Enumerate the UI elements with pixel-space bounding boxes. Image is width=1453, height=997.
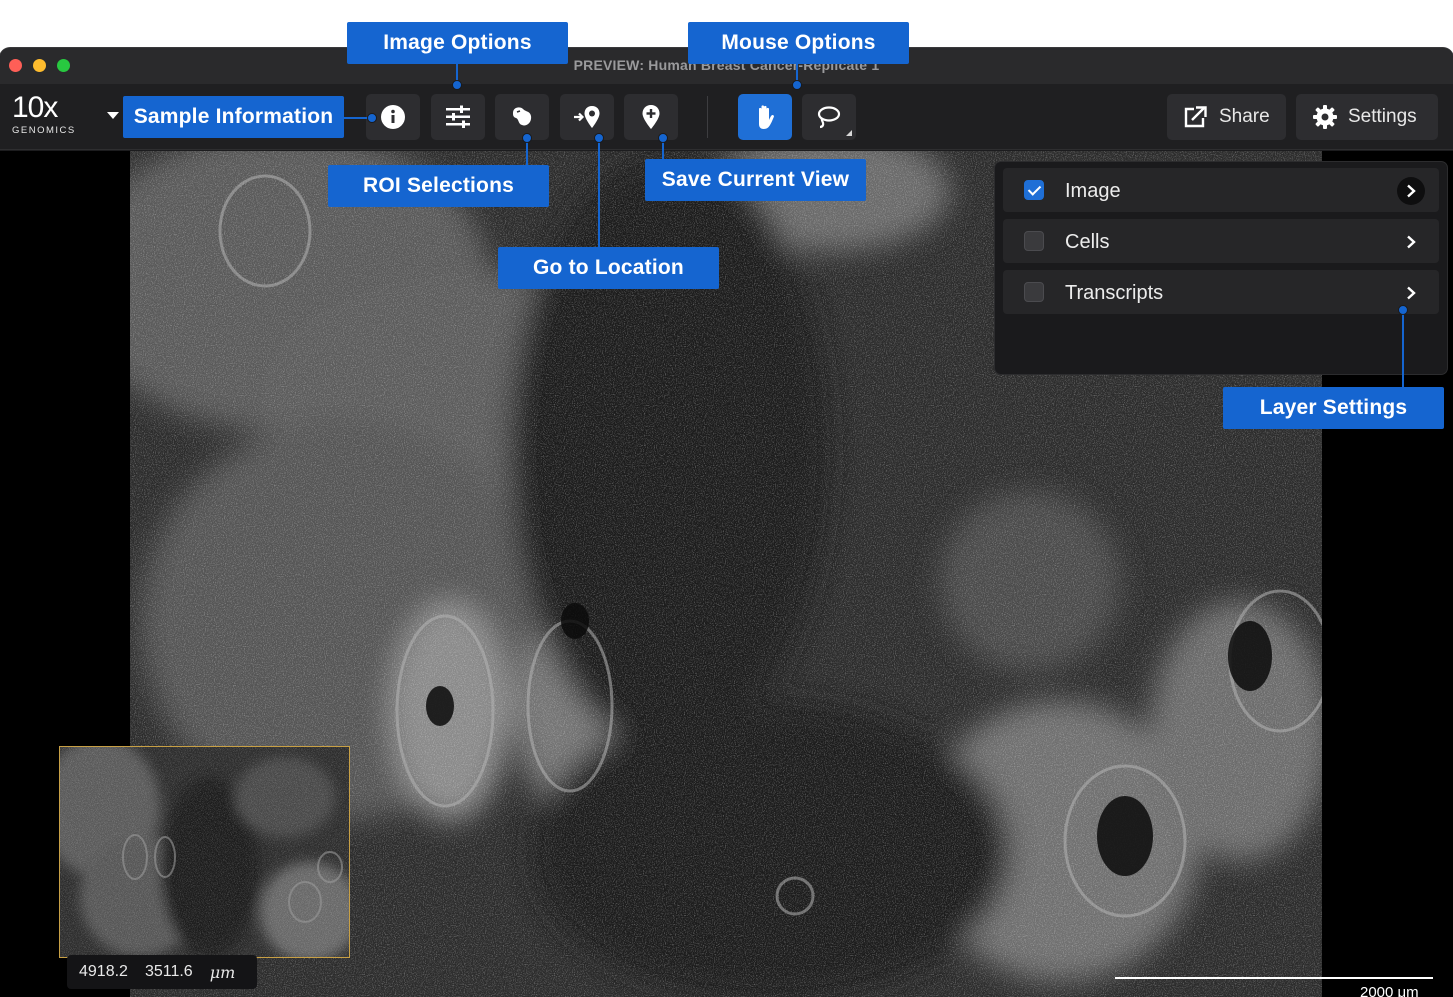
layer-transcripts-checkbox[interactable] xyxy=(1024,282,1044,302)
layer-panel: Image Cells Transcripts xyxy=(995,162,1447,374)
roi-shape-icon xyxy=(513,107,532,126)
add-pin-icon xyxy=(642,105,660,129)
layer-row-transcripts[interactable]: Transcripts xyxy=(1003,270,1439,314)
screenshot-stage: PREVIEW: Human Breast Cancer-Replicate 1… xyxy=(0,0,1453,997)
share-label: Share xyxy=(1219,106,1270,127)
layer-cells-settings-button[interactable] xyxy=(1397,228,1425,256)
pan-mode-button[interactable] xyxy=(738,94,792,140)
layer-image-label: Image xyxy=(1065,180,1121,202)
mouse-options-leader-dot xyxy=(792,80,802,90)
layer-cells-checkbox[interactable] xyxy=(1024,231,1044,251)
image-options-button[interactable] xyxy=(431,94,485,140)
lasso-select-button[interactable] xyxy=(802,94,856,140)
layer-cells-label: Cells xyxy=(1065,231,1110,253)
layer-image-checkbox[interactable] xyxy=(1024,180,1044,200)
chevron-right-icon xyxy=(1407,235,1416,249)
logo-main-text: 10 xyxy=(12,91,44,124)
overview-minimap[interactable] xyxy=(59,746,350,958)
share-button[interactable]: Share xyxy=(1167,94,1286,140)
go-to-location-leader-dot xyxy=(594,133,604,143)
scale-bar xyxy=(1115,977,1433,979)
roi-selections-callout: ROI Selections xyxy=(328,165,549,207)
layer-settings-callout: Layer Settings xyxy=(1223,387,1444,429)
sample-information-callout: Sample Information xyxy=(123,96,344,138)
sliders-icon xyxy=(446,105,470,128)
share-icon xyxy=(1184,106,1207,128)
layer-settings-leader-line xyxy=(1402,312,1404,388)
coord-unit: μm xyxy=(209,962,236,982)
logo-sub-text: GENOMICS xyxy=(12,125,76,136)
go-to-location-callout: Go to Location xyxy=(498,247,719,289)
chevron-right-icon xyxy=(1407,184,1416,198)
coord-x: 4918.2 xyxy=(79,963,128,980)
go-to-location-icon xyxy=(574,106,600,128)
hand-icon xyxy=(759,105,774,129)
settings-button[interactable]: Settings xyxy=(1296,94,1438,140)
layer-row-cells[interactable]: Cells xyxy=(1003,219,1439,263)
sample-information-leader-dot xyxy=(367,113,377,123)
roi-selections-leader-dot xyxy=(522,133,532,143)
save-current-view-leader-dot xyxy=(658,133,668,143)
mouse-options-corner-indicator xyxy=(846,130,852,136)
image-options-callout: Image Options xyxy=(347,22,568,64)
layer-transcripts-settings-button[interactable] xyxy=(1397,279,1425,307)
go-to-location-button[interactable] xyxy=(560,94,614,140)
mouse-options-callout: Mouse Options xyxy=(688,22,909,64)
sample-dropdown-caret-icon[interactable] xyxy=(107,112,119,119)
go-to-location-leader-line xyxy=(598,138,600,248)
layer-image-settings-button[interactable] xyxy=(1397,177,1425,205)
toolbar-separator xyxy=(707,96,708,138)
layer-transcripts-label: Transcripts xyxy=(1065,282,1164,304)
lasso-icon xyxy=(817,106,841,129)
logo-x-text: x xyxy=(43,91,58,124)
roi-selections-button[interactable] xyxy=(495,94,549,140)
layer-row-image[interactable]: Image xyxy=(1003,168,1439,212)
save-current-view-button[interactable] xyxy=(624,94,678,140)
image-options-leader-dot xyxy=(452,80,462,90)
info-icon xyxy=(381,105,405,129)
cursor-coordinates: 4918.2 3511.6 μm xyxy=(67,955,257,989)
10x-genomics-logo: 10x GENOMICS xyxy=(12,91,76,137)
settings-label: Settings xyxy=(1348,106,1417,127)
layer-settings-leader-dot xyxy=(1398,305,1408,315)
coord-y: 3511.6 xyxy=(144,963,193,980)
scale-bar-label: 2000 μm xyxy=(1360,984,1419,997)
chevron-right-icon xyxy=(1407,286,1416,300)
gear-icon xyxy=(1313,105,1337,129)
save-current-view-callout: Save Current View xyxy=(645,159,866,201)
minimap-thumbnail xyxy=(60,747,349,957)
